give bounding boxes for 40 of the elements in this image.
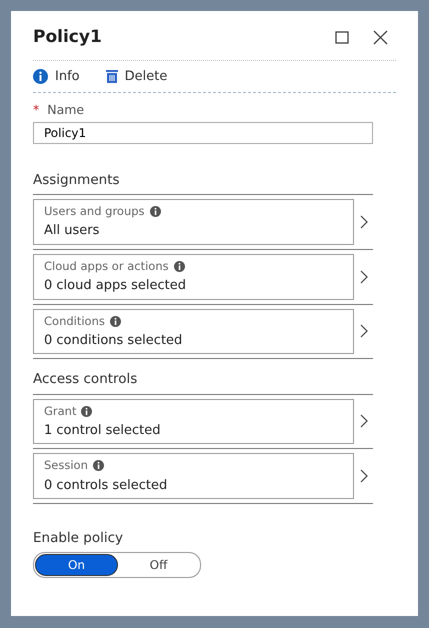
- name-field[interactable]: Policy1: [33, 122, 373, 144]
- tile-label: Conditions: [44, 312, 105, 330]
- info-button[interactable]: Info: [33, 66, 80, 86]
- tile-label: Cloud apps or actions: [44, 258, 169, 275]
- tile-value: 1 control selected: [44, 422, 162, 440]
- setting-tile[interactable]: Users and groups All users: [33, 199, 354, 245]
- toggle-label: Enable policy: [33, 529, 124, 548]
- setting-tile[interactable]: Conditions 0 conditions selected: [33, 308, 354, 354]
- toggle-option[interactable]: On: [35, 554, 118, 576]
- trash-icon: [106, 69, 118, 84]
- tile-label: Grant: [44, 402, 76, 420]
- info-icon: [81, 406, 92, 417]
- toggle-switch[interactable]: On Off: [33, 552, 201, 578]
- setting-tile[interactable]: Grant 1 control selected: [33, 398, 354, 444]
- window-title: Policy1: [33, 26, 103, 49]
- info-icon: [92, 460, 104, 472]
- close-icon[interactable]: [373, 30, 388, 46]
- section-heading: Assignments: [33, 170, 121, 190]
- setting-tile[interactable]: Session 0 controls selected: [33, 453, 354, 499]
- chevron-right-icon[interactable]: [360, 324, 368, 338]
- tile-value: 0 conditions selected: [44, 332, 184, 350]
- info-icon: [33, 68, 48, 84]
- field-label: Name: [47, 101, 84, 119]
- info-icon: [110, 316, 121, 327]
- tile-value: 0 cloud apps selected: [44, 277, 187, 295]
- delete-button[interactable]: Delete: [106, 66, 168, 86]
- chevron-right-icon[interactable]: [360, 214, 368, 229]
- chevron-right-icon[interactable]: [360, 270, 368, 284]
- tile-value: 0 controls selected: [44, 476, 168, 494]
- chevron-right-icon[interactable]: [360, 414, 368, 428]
- setting-tile[interactable]: Cloud apps or actions 0 cloud apps selected: [33, 254, 354, 300]
- tile-value: All users: [44, 222, 100, 240]
- tile-label: Session: [44, 457, 88, 474]
- info-icon: [150, 206, 161, 218]
- tile-label: Users and groups: [44, 203, 145, 220]
- required-mark: *: [33, 101, 40, 119]
- chevron-right-icon[interactable]: [360, 469, 368, 484]
- section-heading: Access controls: [33, 370, 138, 390]
- maximize-icon[interactable]: [335, 31, 349, 44]
- info-icon: [174, 260, 185, 272]
